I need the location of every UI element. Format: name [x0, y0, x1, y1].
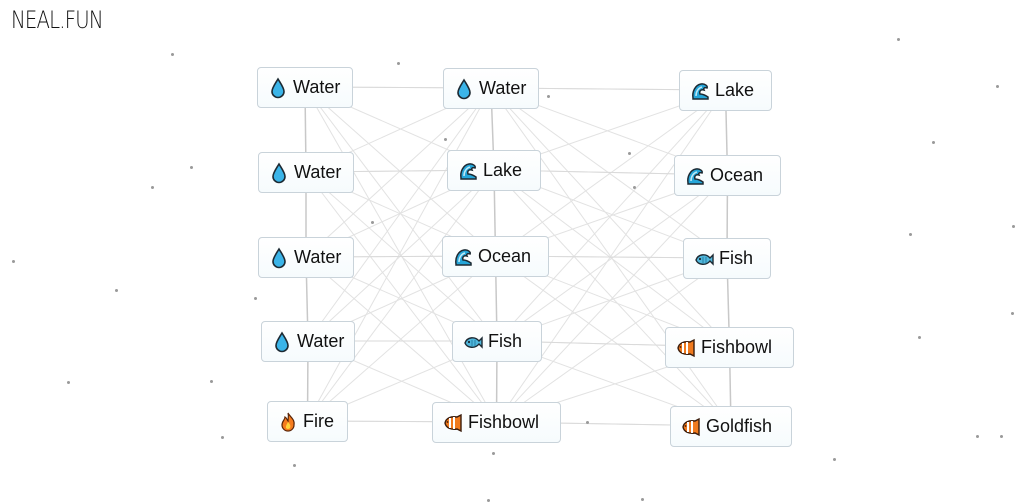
tropical-fish-icon — [676, 337, 696, 359]
element-tile-ocean[interactable]: Ocean — [442, 236, 549, 277]
element-tile-lake[interactable]: Lake — [447, 150, 541, 191]
element-label: Fishbowl — [468, 412, 540, 432]
background-dot — [1000, 435, 1003, 438]
background-dot — [293, 464, 296, 467]
element-tile-goldfish[interactable]: Goldfish — [670, 406, 792, 447]
element-tile-water[interactable]: Water — [443, 68, 539, 109]
background-dot — [171, 53, 174, 56]
element-tile-fish[interactable]: Fish — [452, 321, 542, 362]
background-dot — [444, 138, 447, 141]
water-drop-icon — [269, 246, 289, 269]
background-dot — [492, 452, 495, 455]
connection-line — [307, 87, 492, 342]
element-label: Water — [293, 77, 341, 97]
element-label: Lake — [483, 160, 523, 180]
element-label: Fish — [719, 248, 754, 268]
background-dot — [628, 152, 631, 155]
wave-icon — [458, 160, 478, 182]
element-tile-fishbowl[interactable]: Fishbowl — [665, 327, 794, 368]
background-dot — [210, 380, 213, 383]
background-dot — [641, 498, 644, 501]
background-dot — [115, 289, 118, 292]
element-label: Water — [479, 78, 527, 98]
background-dot — [67, 381, 70, 384]
background-dot — [909, 233, 912, 236]
element-label: Water — [294, 247, 342, 267]
element-tile-fishbowl[interactable]: Fishbowl — [432, 402, 561, 443]
element-label: Lake — [715, 80, 755, 100]
wave-icon — [685, 165, 705, 187]
background-dot — [918, 336, 921, 339]
element-label: Fish — [488, 331, 523, 351]
element-tile-fire[interactable]: Fire — [267, 401, 348, 442]
background-dot — [371, 221, 374, 224]
element-tile-water[interactable]: Water — [257, 67, 353, 108]
element-label: Fishbowl — [701, 337, 773, 357]
background-dot — [932, 141, 935, 144]
background-dot — [897, 38, 900, 41]
background-dot — [833, 458, 836, 461]
background-dot — [547, 95, 550, 98]
background-dot — [151, 186, 154, 189]
background-dot — [996, 85, 999, 88]
tropical-fish-icon — [681, 416, 701, 438]
wave-icon — [453, 246, 473, 268]
fish-icon — [463, 331, 483, 353]
background-dot — [487, 499, 490, 502]
element-tile-lake[interactable]: Lake — [679, 70, 772, 111]
background-dot — [976, 435, 979, 438]
water-drop-icon — [272, 330, 292, 353]
background-dot — [12, 260, 15, 263]
element-label: Ocean — [478, 246, 532, 266]
element-tile-water[interactable]: Water — [261, 321, 355, 362]
fish-icon — [694, 248, 714, 270]
element-label: Water — [297, 331, 345, 351]
connection-line — [496, 89, 726, 342]
element-tile-ocean[interactable]: Ocean — [674, 155, 781, 196]
background-dot — [1011, 312, 1014, 315]
element-tile-water[interactable]: Water — [258, 152, 354, 193]
tropical-fish-icon — [443, 412, 463, 434]
element-tile-water[interactable]: Water — [258, 237, 354, 278]
connection-line — [307, 169, 495, 422]
background-dot — [221, 436, 224, 439]
background-dot — [1012, 225, 1015, 228]
water-drop-icon — [454, 77, 474, 100]
element-label: Goldfish — [706, 416, 773, 436]
background-dot — [254, 297, 257, 300]
background-dot — [633, 186, 636, 189]
background-dot — [397, 62, 400, 65]
fire-icon — [278, 411, 298, 433]
element-label: Water — [294, 162, 342, 182]
element-label: Ocean — [710, 165, 764, 185]
wave-icon — [690, 80, 710, 102]
element-label: Fire — [303, 411, 334, 431]
background-dot — [190, 166, 193, 169]
water-drop-icon — [268, 76, 288, 99]
water-drop-icon — [269, 161, 289, 184]
element-tile-fish[interactable]: Fish — [683, 238, 771, 279]
background-dot — [586, 421, 589, 424]
